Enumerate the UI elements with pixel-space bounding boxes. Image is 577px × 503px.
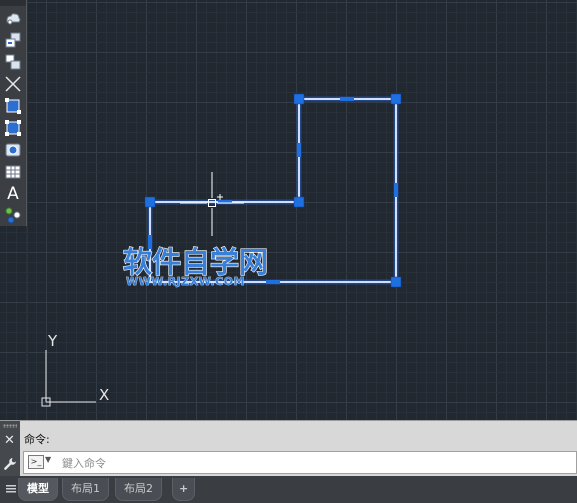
add-layout-tab-button[interactable]: + <box>172 478 196 501</box>
xline-icon[interactable] <box>3 74 23 94</box>
tab-layout1[interactable]: 布局1 <box>62 478 109 501</box>
command-history-text: 命令: <box>24 433 50 446</box>
ucs-y-label: Y <box>47 332 58 350</box>
layout-tab-bar: 模型 布局1 布局2 + <box>0 476 577 503</box>
ucs-x-label: X <box>99 386 109 404</box>
draw-toolbar: A <box>0 0 27 226</box>
command-line-panel: ✕ 命令: >_ ▼ <box>0 420 577 477</box>
grip-midpoint[interactable] <box>266 280 280 284</box>
menu-icon[interactable] <box>6 485 16 493</box>
grip-vertex[interactable] <box>390 93 402 105</box>
command-input-box[interactable]: >_ ▼ <box>23 451 577 474</box>
add-selected-icon[interactable] <box>3 205 23 225</box>
grip-midpoint[interactable] <box>394 183 398 197</box>
region-icon[interactable] <box>3 118 23 138</box>
tab-model[interactable]: 模型 <box>18 478 58 501</box>
grip-vertex[interactable] <box>390 276 402 288</box>
drawing-canvas[interactable]: 软件自学网 WWW.RJZXW.COM Y X <box>0 0 577 420</box>
watermark-url: WWW.RJZXW.COM <box>126 275 245 288</box>
text-icon-glyph: A <box>7 184 19 204</box>
command-side-bar: ✕ <box>0 421 20 477</box>
table-icon[interactable] <box>3 162 23 182</box>
insert-block-icon[interactable] <box>3 30 23 50</box>
command-prompt-icon[interactable]: >_ <box>28 455 44 469</box>
tab-layout2[interactable]: 布局2 <box>115 478 162 501</box>
grip-midpoint[interactable] <box>340 97 354 101</box>
boundary-icon[interactable] <box>3 140 23 160</box>
grip-dots-icon[interactable] <box>3 424 17 428</box>
grip-vertex[interactable] <box>144 196 156 208</box>
toolbar-grip[interactable] <box>0 0 26 6</box>
close-icon[interactable]: ✕ <box>4 433 15 448</box>
grip-vertex[interactable] <box>293 93 305 105</box>
ucs-icon: Y X <box>41 332 109 407</box>
chevron-down-icon[interactable]: ▼ <box>45 455 51 464</box>
watermark-title: 软件自学网 <box>123 245 268 279</box>
grip-midpoint[interactable] <box>297 143 301 157</box>
wrench-icon[interactable] <box>3 457 17 471</box>
grid <box>0 0 577 420</box>
create-block-icon[interactable] <box>3 52 23 72</box>
grip-vertex[interactable] <box>293 196 305 208</box>
hatch-icon[interactable] <box>3 96 23 116</box>
text-icon[interactable]: A <box>3 184 23 204</box>
revision-cloud-icon[interactable] <box>3 8 23 28</box>
command-input[interactable] <box>60 453 564 473</box>
